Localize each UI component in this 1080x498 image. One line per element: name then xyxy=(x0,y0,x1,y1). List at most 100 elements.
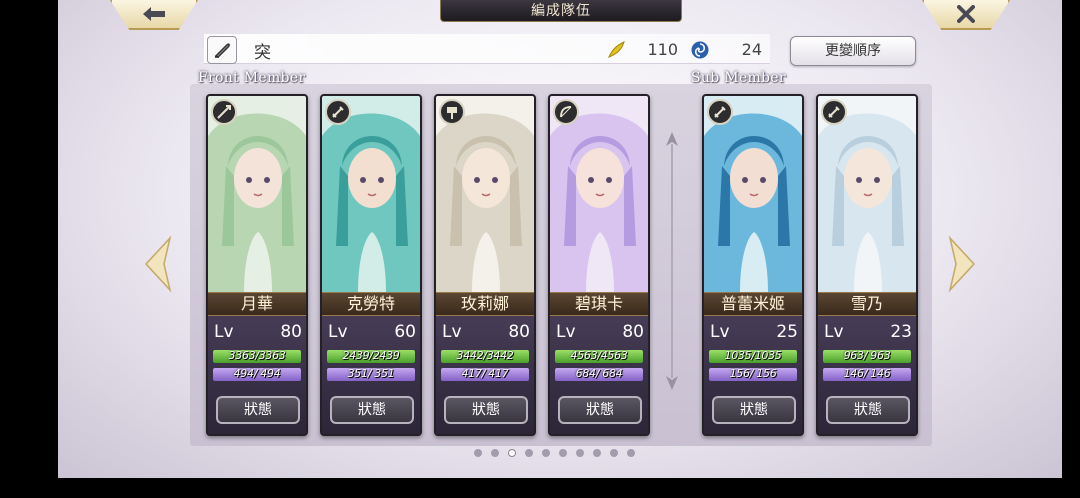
mp-bar: 684/ 684 xyxy=(555,368,643,381)
prev-page-arrow-icon[interactable] xyxy=(144,236,172,292)
character-stats: Lv 80 3363/3363 494/ 494 狀態 xyxy=(208,316,306,434)
mp-bar: 494/ 494 xyxy=(213,368,301,381)
member-card[interactable]: 克勞特 Lv 60 2439/2439 351/ 351 狀態 xyxy=(320,94,422,436)
mp-value: 351/ 351 xyxy=(347,368,395,380)
status-button[interactable]: 狀態 xyxy=(444,396,528,424)
character-name: 月華 xyxy=(208,292,306,316)
status-button[interactable]: 狀態 xyxy=(216,396,300,424)
mp-value: 494/ 494 xyxy=(233,368,281,380)
page-dot[interactable] xyxy=(491,449,499,457)
member-card[interactable]: 碧琪卡 Lv 80 4563/4563 684/ 684 狀態 xyxy=(548,94,650,436)
hp-bar: 3442/3442 xyxy=(441,350,529,363)
party-info-bar xyxy=(204,34,770,64)
mp-value: 684/ 684 xyxy=(575,368,623,380)
level-value: 80 xyxy=(508,322,530,342)
sword-icon xyxy=(707,99,733,125)
level-value: 25 xyxy=(776,322,798,342)
hp-bar: 3363/3363 xyxy=(213,350,301,363)
hp-value: 2439/2439 xyxy=(342,350,400,362)
hp-bar: 2439/2439 xyxy=(327,350,415,363)
page-dot[interactable] xyxy=(542,449,550,457)
page-indicator xyxy=(474,449,635,457)
page-dot[interactable] xyxy=(525,449,533,457)
character-stats: Lv 60 2439/2439 351/ 351 狀態 xyxy=(322,316,420,434)
hp-value: 1035/1035 xyxy=(724,350,782,362)
character-name: 碧琪卡 xyxy=(550,292,648,316)
character-portrait[interactable] xyxy=(818,96,916,292)
points-value: 24 xyxy=(741,40,762,59)
character-portrait[interactable] xyxy=(208,96,306,292)
level-label: Lv xyxy=(556,322,576,342)
level-value: 80 xyxy=(622,322,644,342)
status-button[interactable]: 狀態 xyxy=(712,396,796,424)
hammer-icon xyxy=(439,99,465,125)
bow-icon xyxy=(553,99,579,125)
level-value: 80 xyxy=(280,322,302,342)
level-label: Lv xyxy=(710,322,730,342)
back-button[interactable] xyxy=(110,0,198,30)
sword-icon xyxy=(325,99,351,125)
quill-icon xyxy=(214,43,230,58)
mp-bar: 146/ 146 xyxy=(823,368,911,381)
page-dot[interactable] xyxy=(474,449,482,457)
hp-value: 963/ 963 xyxy=(843,350,891,362)
close-icon xyxy=(957,5,975,23)
game-screen: 編成隊伍 突 110 24 更變順序 Front Member Sub Memb… xyxy=(58,0,1062,478)
page-dot[interactable] xyxy=(593,449,601,457)
mp-value: 146/ 146 xyxy=(843,368,891,380)
character-portrait[interactable] xyxy=(322,96,420,292)
hp-value: 3363/3363 xyxy=(228,350,286,362)
status-button[interactable]: 狀態 xyxy=(558,396,642,424)
swirl-icon xyxy=(691,41,709,59)
character-stats: Lv 80 3442/3442 417/ 417 狀態 xyxy=(436,316,534,434)
character-stats: Lv 25 1035/1035 156/ 156 狀態 xyxy=(704,316,802,434)
edit-party-name-button[interactable] xyxy=(207,36,237,64)
character-portrait[interactable] xyxy=(704,96,802,292)
level-label: Lv xyxy=(214,322,234,342)
mp-bar: 417/ 417 xyxy=(441,368,529,381)
character-portrait[interactable] xyxy=(436,96,534,292)
change-order-button[interactable]: 更變順序 xyxy=(790,36,916,66)
page-dot[interactable] xyxy=(576,449,584,457)
status-button[interactable]: 狀態 xyxy=(330,396,414,424)
mp-bar: 156/ 156 xyxy=(709,368,797,381)
member-card[interactable]: 玫莉娜 Lv 80 3442/3442 417/ 417 狀態 xyxy=(434,94,536,436)
party-name: 突 xyxy=(254,43,271,63)
hp-bar: 963/ 963 xyxy=(823,350,911,363)
character-stats: Lv 80 4563/4563 684/ 684 狀態 xyxy=(550,316,648,434)
page-dot[interactable] xyxy=(559,449,567,457)
level-value: 23 xyxy=(890,322,912,342)
mp-value: 156/ 156 xyxy=(729,368,777,380)
character-stats: Lv 23 963/ 963 146/ 146 狀態 xyxy=(818,316,916,434)
mp-bar: 351/ 351 xyxy=(327,368,415,381)
spear-icon xyxy=(211,99,237,125)
hp-value: 4563/4563 xyxy=(570,350,628,362)
cost-value: 110 xyxy=(647,40,678,59)
sword-icon xyxy=(821,99,847,125)
hp-value: 3442/3442 xyxy=(456,350,514,362)
page-dot[interactable] xyxy=(610,449,618,457)
level-label: Lv xyxy=(442,322,462,342)
page-dot[interactable] xyxy=(627,449,635,457)
hp-bar: 1035/1035 xyxy=(709,350,797,363)
hp-bar: 4563/4563 xyxy=(555,350,643,363)
level-label: Lv xyxy=(824,322,844,342)
level-value: 60 xyxy=(394,322,416,342)
character-name: 雪乃 xyxy=(818,292,916,316)
member-card[interactable]: 雪乃 Lv 23 963/ 963 146/ 146 狀態 xyxy=(816,94,918,436)
close-button[interactable] xyxy=(922,0,1010,30)
feather-icon xyxy=(608,41,625,58)
screen-title: 編成隊伍 xyxy=(440,0,682,22)
next-page-arrow-icon[interactable] xyxy=(948,236,976,292)
arrow-left-icon xyxy=(143,7,165,21)
mp-value: 417/ 417 xyxy=(461,368,509,380)
level-label: Lv xyxy=(328,322,348,342)
member-card[interactable]: 普蕾米姬 Lv 25 1035/1035 156/ 156 狀態 xyxy=(702,94,804,436)
character-name: 普蕾米姬 xyxy=(704,292,802,316)
divider-arrows-icon xyxy=(666,132,678,390)
character-name: 玫莉娜 xyxy=(436,292,534,316)
member-card[interactable]: 月華 Lv 80 3363/3363 494/ 494 狀態 xyxy=(206,94,308,436)
character-portrait[interactable] xyxy=(550,96,648,292)
page-dot[interactable] xyxy=(508,449,516,457)
status-button[interactable]: 狀態 xyxy=(826,396,910,424)
